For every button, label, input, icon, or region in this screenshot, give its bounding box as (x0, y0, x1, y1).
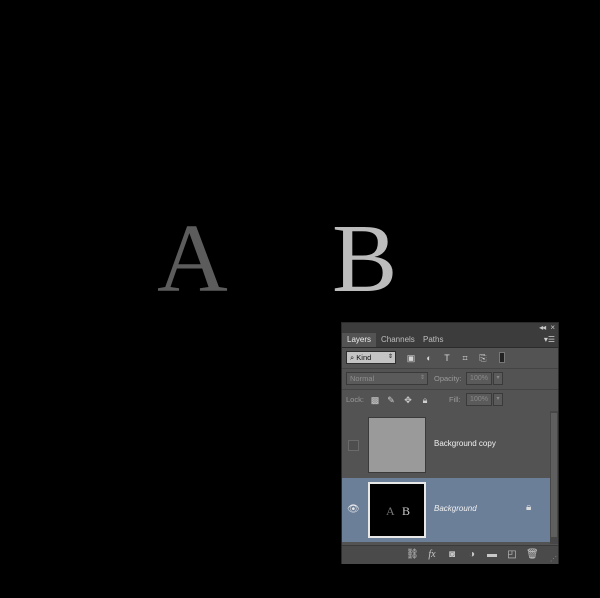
lock-position-icon[interactable]: ✥ (403, 395, 413, 405)
type-filter-icon[interactable]: T (442, 353, 452, 363)
search-icon: ⌕ (350, 353, 355, 362)
panel-tab-bar: Layers Channels Paths ▾☰ (342, 333, 558, 348)
scrollbar-thumb[interactable] (551, 413, 557, 537)
panel-top-strip: ◂◂ × (342, 323, 558, 333)
tab-paths[interactable]: Paths (418, 333, 448, 347)
image-filter-icon[interactable]: ▣ (406, 353, 416, 363)
lock-image-icon[interactable]: ✎ (386, 395, 396, 405)
link-icon[interactable]: ⛓︎ (406, 549, 419, 561)
mask-icon[interactable]: ◙ (446, 549, 458, 561)
layer-thumbnail (368, 417, 426, 473)
layers-list: Background copy 👁︎ A B Background 🔒︎ (342, 411, 550, 544)
tab-layers[interactable]: Layers (342, 333, 377, 347)
layer-name[interactable]: Background (434, 504, 477, 513)
opacity-label: Opacity: (434, 374, 462, 383)
collapse-icon: ◂◂ (539, 323, 546, 332)
adjustment-icon[interactable]: ◑ (466, 549, 478, 561)
layer-thumbnail: A B (368, 482, 426, 538)
resize-grip-icon[interactable]: ⋰ (550, 555, 557, 563)
close-icon[interactable]: × (550, 323, 555, 332)
fill-input[interactable]: 100% (466, 393, 492, 406)
trash-icon[interactable]: 🗑︎ (526, 549, 539, 561)
eye-icon[interactable]: 👁︎ (347, 504, 360, 515)
filter-toggle-switch[interactable] (499, 352, 505, 363)
fill-slider-toggle[interactable]: ▾ (493, 393, 503, 406)
layer-row-background-copy[interactable]: Background copy (342, 413, 550, 477)
chevron-down-icon: ⇕ (387, 354, 393, 360)
layer-name[interactable]: Background copy (434, 439, 496, 448)
kind-filter-select[interactable]: ⌕ Kind ⇕ (346, 351, 396, 364)
lock-row: Lock: ▩ ✎ ✥ 🔒︎ Fill: 100% ▾ (342, 390, 558, 410)
blend-mode-value: Normal (350, 374, 375, 383)
blend-mode-select[interactable]: Normal ⇕ (346, 372, 428, 385)
fill-label: Fill: (449, 395, 461, 404)
layers-scrollbar[interactable] (550, 411, 558, 544)
visibility-toggle[interactable] (348, 440, 359, 451)
kind-filter-label: Kind (356, 353, 372, 362)
panel-menu-icon[interactable]: ▾☰ (544, 333, 555, 347)
filter-row: ⌕ Kind ⇕ ▣ ◐ T ⌗ ⎘ (342, 348, 558, 368)
collapse-panel-button[interactable]: ◂◂ × (539, 323, 555, 333)
opacity-input[interactable]: 100% (466, 372, 492, 385)
tab-channels[interactable]: Channels (376, 333, 420, 347)
fx-icon[interactable]: fx (426, 549, 438, 561)
thumbnail-letter-a: A (386, 504, 395, 518)
lock-all-icon[interactable]: 🔒︎ (420, 395, 430, 405)
layers-panel: ◂◂ × Layers Channels Paths ▾☰ ⌕ Kind ⇕ ▣… (341, 322, 559, 564)
layers-bottom-toolbar: ⛓︎ fx ◙ ◑ ▬ ◰ 🗑︎ ⋰ (342, 545, 558, 564)
canvas-letter-b: B (332, 205, 398, 313)
smart-object-filter-icon[interactable]: ⎘ (478, 353, 488, 363)
layer-row-background[interactable]: 👁︎ A B Background 🔒︎ (342, 478, 550, 542)
chevron-down-icon: ⇕ (419, 375, 425, 381)
new-layer-icon[interactable]: ◰ (506, 549, 518, 561)
lock-label: Lock: (346, 395, 364, 404)
blend-row: Normal ⇕ Opacity: 100% ▾ (342, 369, 558, 389)
folder-icon[interactable]: ▬ (486, 549, 498, 561)
opacity-slider-toggle[interactable]: ▾ (493, 372, 503, 385)
canvas-letter-a: A (157, 205, 228, 313)
shape-filter-icon[interactable]: ⌗ (460, 353, 470, 363)
lock-icon: 🔒︎ (526, 502, 532, 513)
lock-transparent-icon[interactable]: ▩ (370, 395, 380, 405)
thumbnail-letter-b: B (402, 504, 411, 518)
adjustment-filter-icon[interactable]: ◐ (424, 353, 434, 363)
